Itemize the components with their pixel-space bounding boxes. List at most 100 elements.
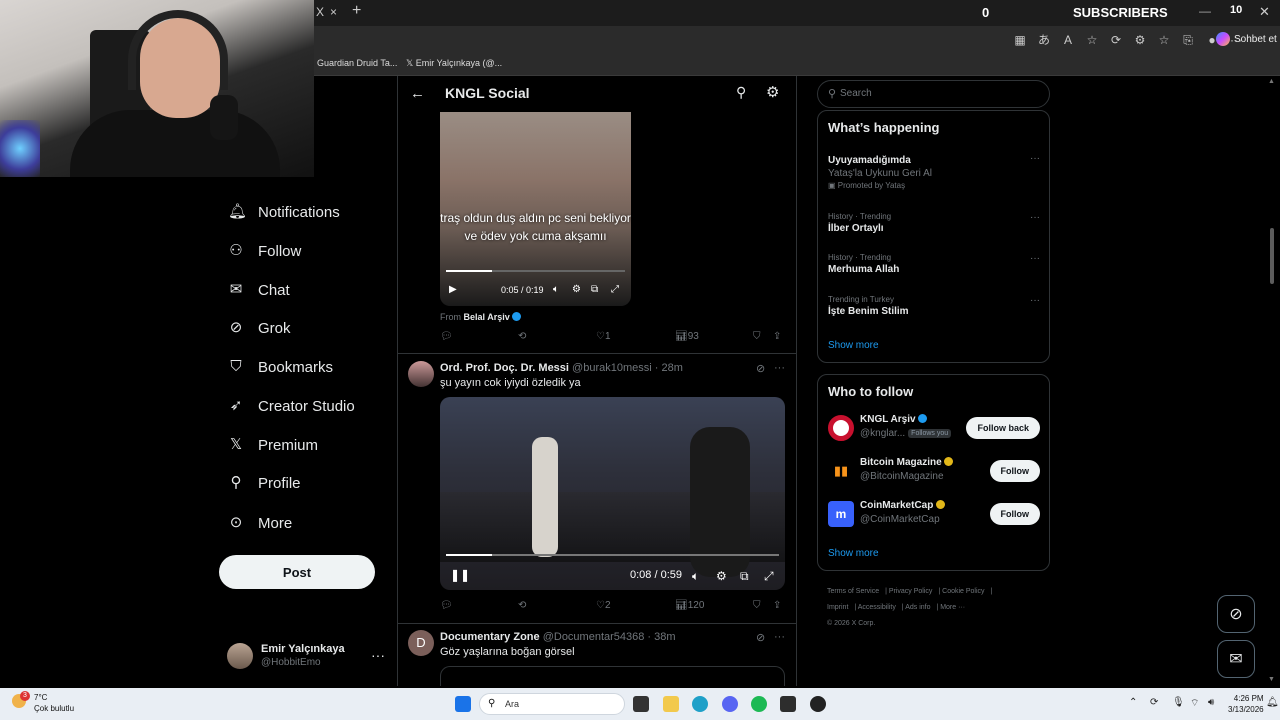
tweet3-handle[interactable]: @Documentar54368 (543, 631, 645, 643)
pause-icon[interactable]: ❚❚ (450, 568, 470, 582)
file-explorer-icon[interactable] (663, 696, 679, 712)
follow-button[interactable]: Follow (989, 460, 1040, 482)
trend-item[interactable]: Trending in Turkey İşte Benim Stilim ··· (828, 295, 1040, 317)
bookmark-guardian[interactable]: Guardian Druid Ta... (317, 58, 397, 68)
views-button[interactable]: 📊︎ 120 (675, 600, 704, 611)
nav-premium[interactable]: 𝕏 Premium (228, 433, 318, 457)
tweet3-media[interactable] (440, 666, 785, 686)
speaker-icon[interactable]: 🔊︎ (1208, 697, 1214, 708)
volume-icon[interactable]: 🔈︎ (553, 284, 559, 295)
post-button[interactable]: Post (219, 555, 375, 589)
tweet2-author[interactable]: Ord. Prof. Doç. Dr. Messi (440, 362, 569, 374)
account-switcher[interactable]: Emir Yalçınkaya @HobbitEmo ··· (227, 641, 387, 671)
avatar[interactable] (408, 361, 434, 387)
video-progress[interactable] (446, 554, 779, 556)
terminal-icon[interactable] (780, 696, 796, 712)
tray-chevron-icon[interactable]: ⌃ (1129, 697, 1137, 708)
reply-icon[interactable]: 💬︎ (440, 600, 453, 611)
more-dots-icon[interactable]: ··· (774, 362, 785, 374)
split-screen-icon[interactable]: ▦ (1012, 32, 1028, 48)
favorites-icon[interactable]: ☆ (1156, 32, 1172, 48)
tweet1-video[interactable]: traş oldun duş aldın pc seni bekliyor ve… (440, 112, 631, 306)
views-button[interactable]: 📊︎ 93 (675, 331, 699, 342)
footer-more[interactable]: More ··· (940, 604, 965, 611)
tray-app-icon[interactable]: ⟳ (1150, 697, 1158, 708)
obs-icon[interactable] (810, 696, 826, 712)
follow-suggestion[interactable]: ▮▮ Bitcoin Magazine @BitcoinMagazine Fol… (828, 456, 1040, 486)
wifi-icon[interactable]: ⌔ (1190, 697, 1199, 710)
window-minimize-icon[interactable]: — (1199, 4, 1211, 18)
more-dots-icon[interactable]: ··· (774, 631, 785, 643)
favorite-star-icon[interactable]: ☆ (1084, 32, 1100, 48)
footer-terms[interactable]: Terms of Service (827, 588, 879, 595)
video-progress[interactable] (446, 270, 625, 272)
read-aloud-icon[interactable]: A (1060, 32, 1076, 48)
trend-item[interactable]: Uyuyamadığımda Yataş'la Uykunu Geri Al ▣… (828, 153, 1040, 190)
show-more-link[interactable]: Show more (828, 548, 879, 559)
grok-explain-icon[interactable]: ⊘ (756, 631, 765, 644)
task-view-icon[interactable] (633, 696, 649, 712)
footer-cookie[interactable]: Cookie Policy (942, 588, 984, 595)
like-button[interactable]: ♡ 1 (596, 331, 611, 342)
settings-icon[interactable]: ⚙ (572, 284, 581, 295)
page-scrollbar[interactable] (1270, 228, 1274, 284)
footer-ads[interactable]: Ads info (905, 604, 930, 611)
grok-fab-button[interactable]: ⊘ (1217, 595, 1255, 633)
footer-accessibility[interactable]: Accessibility (858, 604, 896, 611)
translate-icon[interactable]: あ (1036, 32, 1052, 48)
bookmark-emir[interactable]: 𝕏 Emir Yalçınkaya (@... (406, 58, 502, 69)
tab-x-logo[interactable]: X (316, 5, 324, 19)
trend-item[interactable]: History · Trending İlber Ortaylı ··· (828, 212, 1040, 234)
play-icon[interactable]: ▶ (449, 284, 457, 295)
scroll-up-icon[interactable]: ▲ (1268, 78, 1275, 85)
settings-icon[interactable]: ⚙ (716, 569, 727, 583)
gear-icon[interactable]: ⚙ (766, 83, 779, 101)
more-dots-icon[interactable]: ··· (1030, 253, 1040, 264)
extensions-icon[interactable]: ⚙ (1132, 32, 1148, 48)
messages-fab-button[interactable]: ✉ (1217, 640, 1255, 678)
fullscreen-icon[interactable]: ⤢ (611, 284, 619, 295)
nav-notifications[interactable]: 🔔︎ Notifications (228, 200, 340, 224)
share-icon[interactable]: ⇪ (773, 600, 781, 611)
window-maximize-icon[interactable]: 10 (1230, 4, 1242, 16)
pip-icon[interactable]: ⧉ (591, 284, 598, 295)
bookmark-icon[interactable]: ⛉ (753, 331, 761, 342)
tweet3-author[interactable]: Documentary Zone (440, 631, 540, 643)
from-name[interactable]: Belal Arşiv (464, 312, 510, 322)
avatar[interactable]: D (408, 630, 434, 656)
grok-explain-icon[interactable]: ⊘ (756, 362, 765, 375)
more-dots-icon[interactable]: ··· (1030, 153, 1040, 164)
show-more-link[interactable]: Show more (828, 340, 879, 351)
search-icon[interactable]: ⚲ (736, 84, 746, 101)
nav-more[interactable]: ⊙ More (228, 511, 292, 535)
tweet2-video[interactable]: ❚❚ 0:08 / 0:59 🔈︎ ⚙ ⧉ ⤢ (440, 397, 785, 590)
edge-icon[interactable] (692, 696, 708, 712)
nav-profile[interactable]: ⚲ Profile (228, 471, 301, 495)
copilot-button[interactable]: Sohbet et (1216, 32, 1277, 46)
footer-imprint[interactable]: Imprint (827, 604, 848, 611)
follow-back-button[interactable]: Follow back (966, 417, 1040, 439)
volume-icon[interactable]: 🔈︎ (692, 569, 699, 584)
retweet-icon[interactable]: ⟲ (518, 331, 526, 342)
tab-close-button[interactable]: × (330, 5, 337, 19)
pip-icon[interactable]: ⧉ (740, 569, 749, 584)
bookmark-icon[interactable]: ⛉ (753, 600, 761, 611)
share-icon[interactable]: ⇪ (773, 331, 781, 342)
taskbar-search[interactable]: ⚲ Ara (479, 693, 625, 715)
follow-button[interactable]: Follow (989, 503, 1040, 525)
reply-icon[interactable]: 💬︎ (440, 331, 453, 342)
discord-icon[interactable] (722, 696, 738, 712)
retweet-icon[interactable]: ⟲ (518, 600, 526, 611)
window-close-icon[interactable]: ✕ (1259, 4, 1270, 20)
tweet2-age[interactable]: 28m (661, 362, 682, 374)
back-arrow-icon[interactable]: ← (410, 85, 425, 102)
follow-suggestion[interactable]: KNGL Arşiv @knglar... Follows you Follow … (828, 413, 1040, 443)
windows-start-icon[interactable] (455, 696, 471, 712)
nav-grok[interactable]: ⊘ Grok (228, 316, 291, 340)
new-tab-button[interactable]: + (352, 2, 361, 20)
refresh-icon[interactable]: ⟳ (1108, 32, 1124, 48)
tweet2-handle[interactable]: @burak10messi (572, 362, 652, 374)
notification-bell-icon[interactable]: 🔔︎ (1266, 697, 1279, 708)
more-dots-icon[interactable]: ··· (1030, 295, 1040, 306)
nav-chat[interactable]: ✉ Chat (228, 278, 290, 302)
